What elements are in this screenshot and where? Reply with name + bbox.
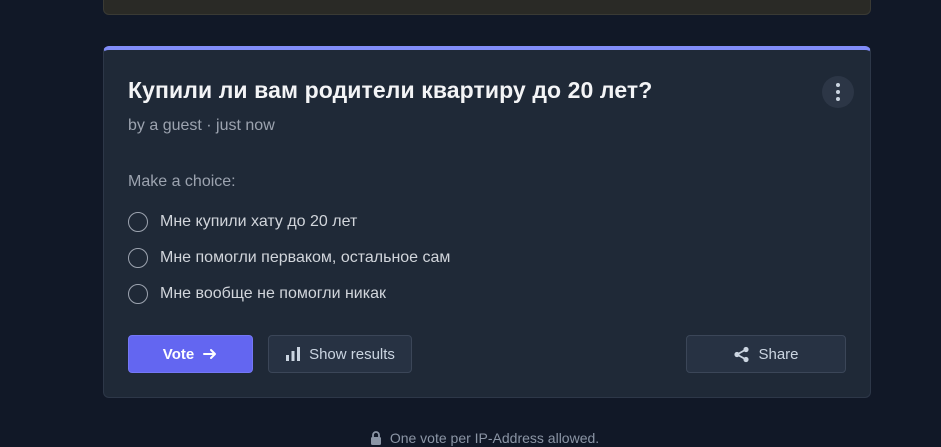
share-icon: [734, 346, 750, 362]
more-vertical-icon: [836, 83, 840, 87]
more-vertical-icon-dot: [836, 97, 840, 101]
vote-policy-text: One vote per IP-Address allowed.: [389, 430, 600, 446]
previous-card: [103, 0, 871, 15]
more-options-button[interactable]: [822, 76, 854, 108]
radio-button[interactable]: [128, 284, 148, 304]
option-label: Мне помогли перваком, остальное сам: [160, 249, 451, 266]
show-results-label: Show results: [309, 345, 395, 363]
radio-button[interactable]: [128, 212, 148, 232]
arrow-right-icon: [203, 349, 217, 359]
option-label: Мне купили хату до 20 лет: [160, 213, 358, 230]
bar-chart-icon: [286, 347, 301, 361]
radio-button[interactable]: [128, 248, 148, 268]
poll-meta: by a guest · just now: [128, 117, 275, 134]
poll-card: Купили ли вам родители квартиру до 20 ле…: [103, 46, 871, 398]
show-results-button[interactable]: Show results: [268, 335, 412, 373]
poll-option[interactable]: Мне помогли перваком, остальное сам: [128, 247, 450, 269]
vote-button[interactable]: Vote: [128, 335, 253, 373]
choice-prompt: Make a choice:: [128, 173, 236, 190]
option-label: Мне вообще не помогли никак: [160, 285, 386, 302]
share-button[interactable]: Share: [686, 335, 846, 373]
vote-label: Vote: [162, 345, 195, 363]
more-vertical-icon-dot: [836, 90, 840, 94]
vote-policy-notice: One vote per IP-Address allowed.: [0, 430, 941, 446]
poll-title: Купили ли вам родители квартиру до 20 ле…: [128, 77, 653, 103]
lock-icon: [370, 431, 381, 445]
share-label: Share: [758, 345, 799, 363]
poll-option[interactable]: Мне вообще не помогли никак: [128, 283, 386, 305]
poll-option[interactable]: Мне купили хату до 20 лет: [128, 211, 357, 233]
